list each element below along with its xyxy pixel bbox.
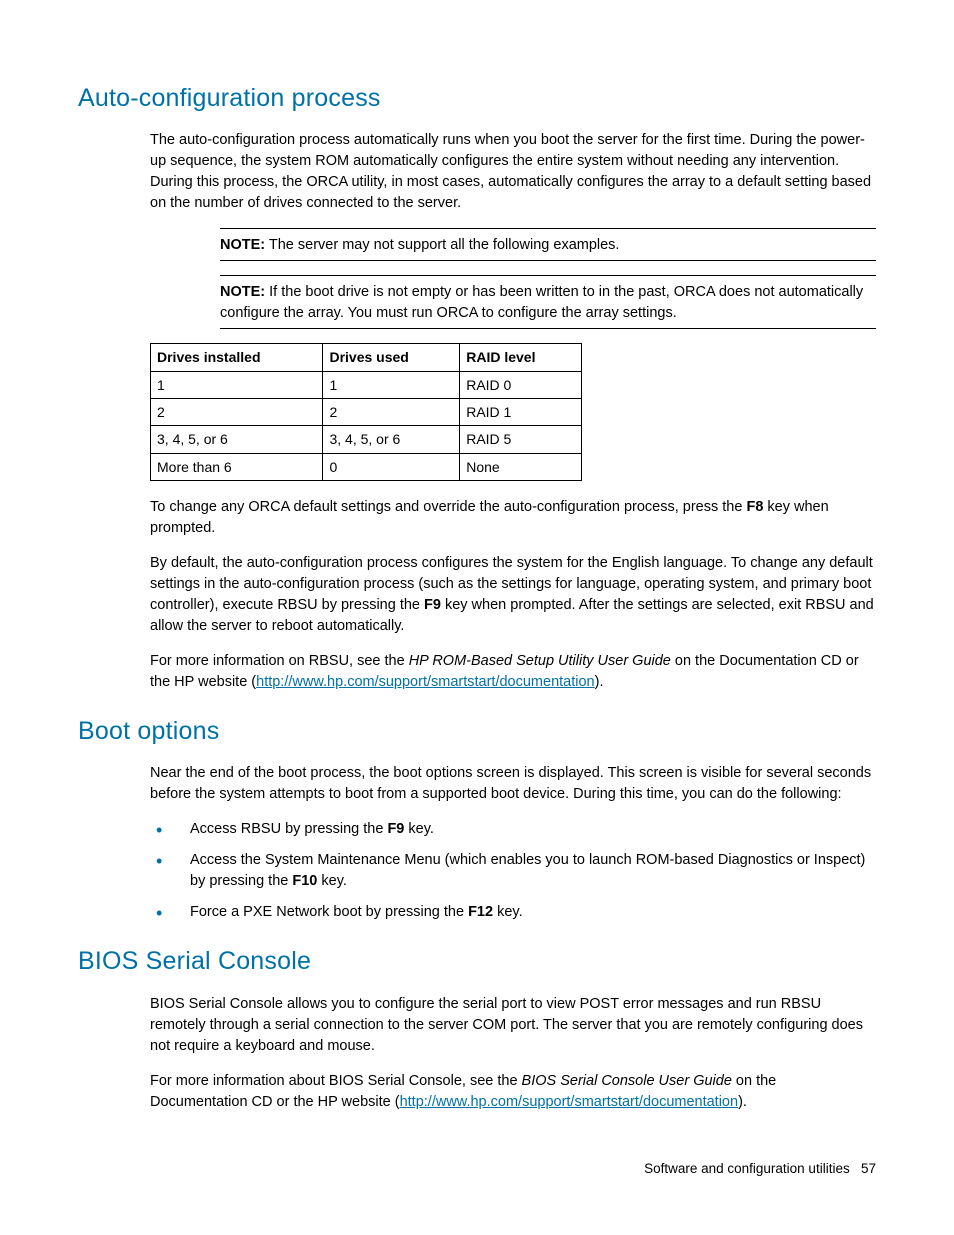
note-label: NOTE: [220,284,265,300]
key-label: F9 [387,821,404,837]
col-header: Drives installed [151,344,323,371]
rule [220,328,876,329]
list-item: Force a PXE Network boot by pressing the… [150,902,876,923]
text: Force a PXE Network boot by pressing the [190,904,468,920]
doc-title: BIOS Serial Console User Guide [522,1073,732,1089]
cell: More than 6 [151,453,323,480]
text: BIOS Serial Console allows you to config… [150,994,876,1057]
list-item: Access RBSU by pressing the F9 key. [150,819,876,840]
text: ). [738,1094,747,1110]
heading-autoconfig: Auto-configuration process [78,80,876,116]
cell: RAID 1 [460,398,582,425]
note-block: NOTE: The server may not support all the… [150,228,876,261]
table-row: More than 6 0 None [151,453,582,480]
section-bios: BIOS Serial Console BIOS Serial Console … [78,943,876,1112]
key-label: F8 [746,499,763,515]
page-number: 57 [861,1161,876,1176]
section-boot: Boot options Near the end of the boot pr… [78,713,876,923]
heading-bios: BIOS Serial Console [78,943,876,979]
text: For more information on RBSU, see the HP… [150,651,876,693]
text: key. [493,904,523,920]
paragraph: Near the end of the boot process, the bo… [150,763,876,805]
text: If the boot drive is not empty or has be… [220,284,863,321]
page-footer: Software and configuration utilities 57 [644,1159,876,1179]
cell: 3, 4, 5, or 6 [323,426,460,453]
text: The server may not support all the follo… [265,237,619,253]
col-header: Drives used [323,344,460,371]
cell: None [460,453,582,480]
external-link[interactable]: http://www.hp.com/support/smartstart/doc… [256,674,594,690]
table-row: 2 2 RAID 1 [151,398,582,425]
rule [220,228,876,229]
cell: RAID 5 [460,426,582,453]
key-label: F12 [468,904,493,920]
table-row: 3, 4, 5, or 6 3, 4, 5, or 6 RAID 5 [151,426,582,453]
table-row: 1 1 RAID 0 [151,371,582,398]
text: For more information on RBSU, see the [150,653,409,669]
text: The auto-configuration process automatic… [150,130,876,214]
raid-table: Drives installed Drives used RAID level … [150,343,582,480]
note-text: NOTE: If the boot drive is not empty or … [220,280,876,326]
cell: 2 [323,398,460,425]
external-link[interactable]: http://www.hp.com/support/smartstart/doc… [400,1094,738,1110]
cell: 3, 4, 5, or 6 [151,426,323,453]
text: ). [595,674,604,690]
boot-list: Access RBSU by pressing the F9 key. Acce… [150,819,876,923]
paragraph: For more information on RBSU, see the HP… [150,651,876,693]
text: To change any ORCA default settings and … [150,497,876,539]
key-label: F10 [292,873,317,889]
cell: 2 [151,398,323,425]
text: For more information about BIOS Serial C… [150,1073,522,1089]
text: To change any ORCA default settings and … [150,499,746,515]
heading-boot: Boot options [78,713,876,749]
text: key. [317,873,347,889]
paragraph: To change any ORCA default settings and … [150,497,876,539]
paragraph: BIOS Serial Console allows you to config… [150,994,876,1057]
note-text: NOTE: The server may not support all the… [220,233,876,258]
text: By default, the auto-configuration proce… [150,553,876,637]
rule [220,275,876,276]
table-header-row: Drives installed Drives used RAID level [151,344,582,371]
paragraph: By default, the auto-configuration proce… [150,553,876,637]
paragraph: For more information about BIOS Serial C… [150,1071,876,1113]
doc-title: HP ROM-Based Setup Utility User Guide [409,653,671,669]
footer-text: Software and configuration utilities [644,1161,850,1176]
col-header: RAID level [460,344,582,371]
cell: 0 [323,453,460,480]
rule [220,260,876,261]
text: For more information about BIOS Serial C… [150,1071,876,1113]
list-item: Access the System Maintenance Menu (whic… [150,850,876,892]
note-label: NOTE: [220,237,265,253]
text: key. [404,821,434,837]
paragraph: The auto-configuration process automatic… [150,130,876,214]
cell: 1 [323,371,460,398]
cell: 1 [151,371,323,398]
note-block: NOTE: If the boot drive is not empty or … [150,275,876,329]
key-label: F9 [424,597,441,613]
text: Access RBSU by pressing the [190,821,387,837]
text: Near the end of the boot process, the bo… [150,763,876,805]
section-autoconfig: Auto-configuration process The auto-conf… [78,80,876,693]
cell: RAID 0 [460,371,582,398]
